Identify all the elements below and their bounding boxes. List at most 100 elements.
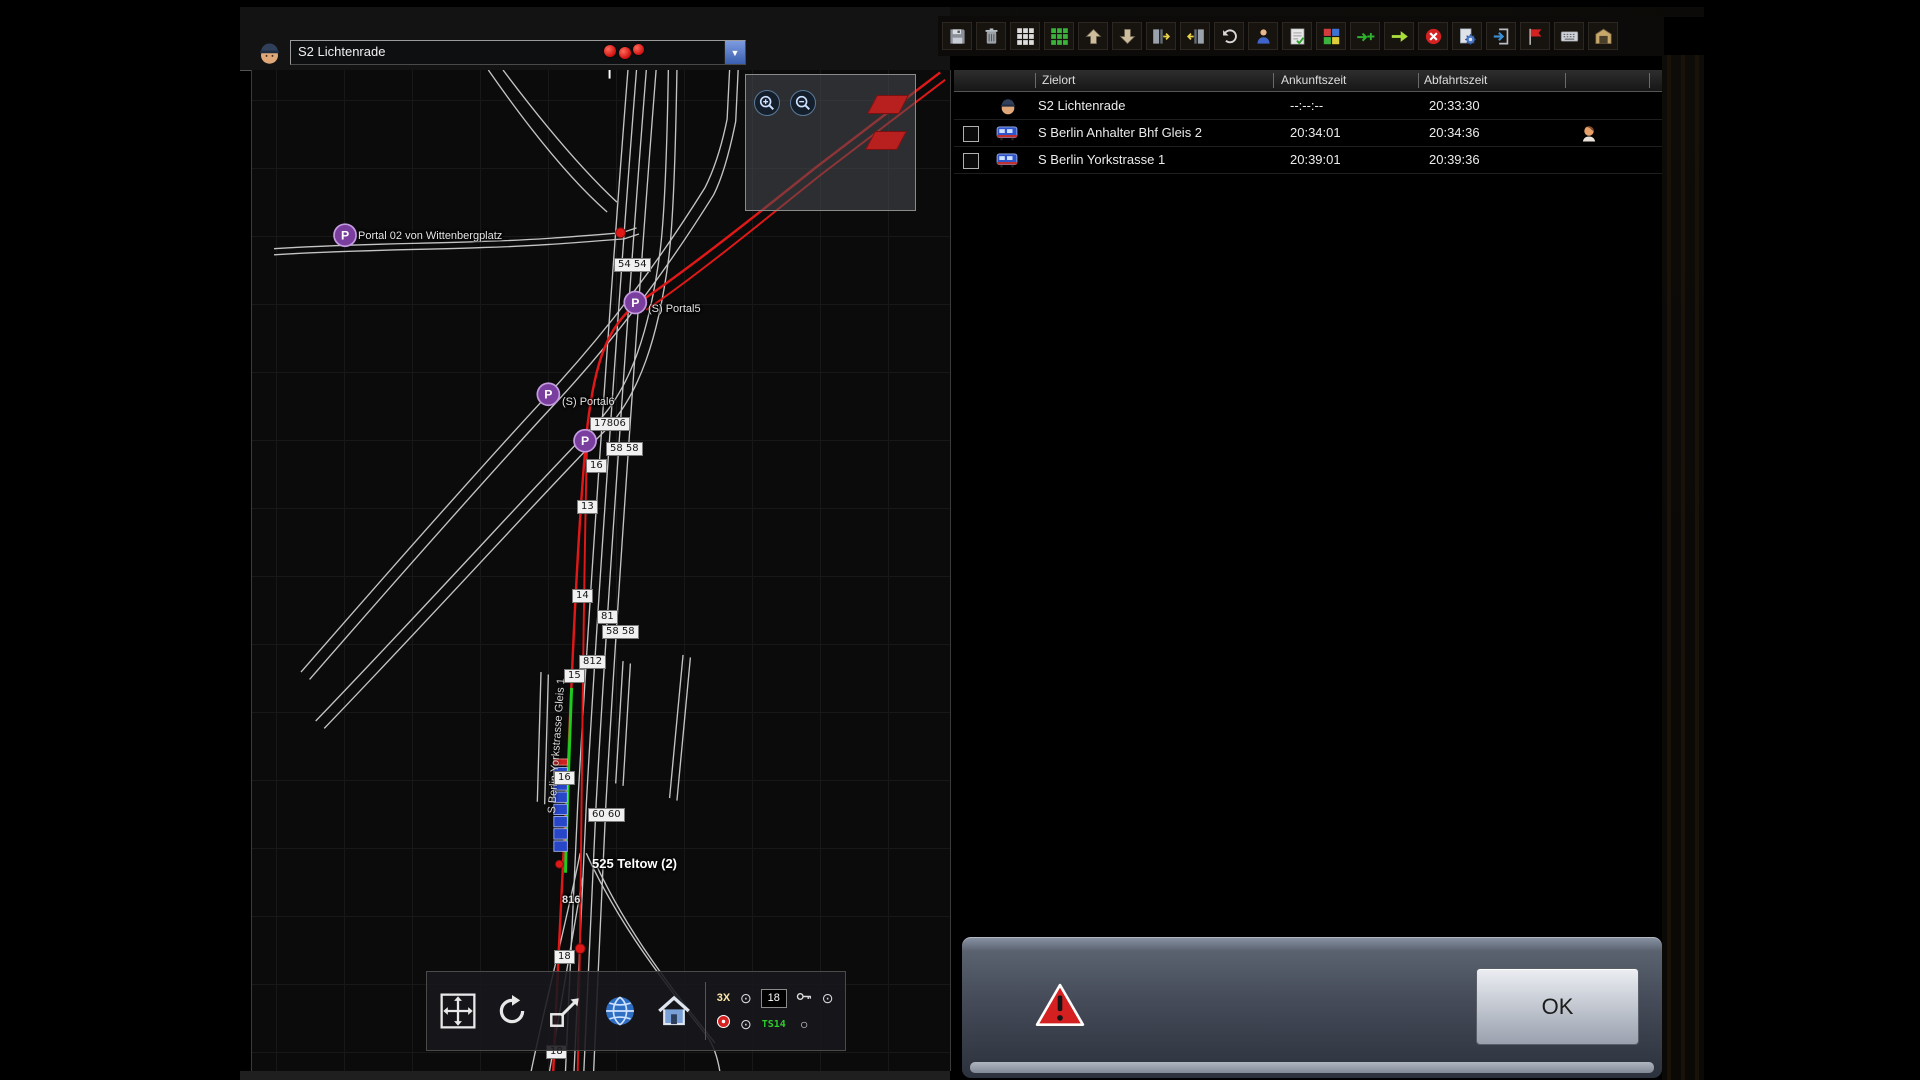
track-plate: 81: [597, 610, 618, 624]
keyboard-icon: [1560, 27, 1579, 46]
timetable-row[interactable]: S Berlin Yorkstrasse 1 20:39:01 20:39:36: [954, 147, 1662, 174]
cancel-route-button[interactable]: [1418, 22, 1448, 50]
zoom-level-value[interactable]: 18: [761, 989, 787, 1008]
column-header-zielort[interactable]: Zielort: [1042, 70, 1075, 91]
zoom-multiplier-label: 3X: [717, 992, 730, 1004]
depot-button[interactable]: [1588, 22, 1618, 50]
exit-button[interactable]: [1486, 22, 1516, 50]
track-plate: 812: [579, 655, 606, 669]
driver-avatar-icon: [256, 39, 283, 66]
row-destination: S Berlin Yorkstrasse 1: [1038, 147, 1165, 173]
track-plate: 15: [564, 669, 585, 683]
exit-door-icon: [1492, 27, 1511, 46]
grid-green-icon: [1050, 27, 1069, 46]
map-header-bar: S2 Lichtenrade ▼: [240, 7, 950, 71]
passenger-icon: [1254, 27, 1273, 46]
map-toolbar: 3X ⊙ 18 ⊙ ⊙ TS14 ○: [426, 971, 846, 1051]
hud-toggle-icon[interactable]: ○: [800, 1017, 808, 1031]
svg-text:P: P: [341, 228, 349, 242]
home-view-button[interactable]: [651, 988, 697, 1034]
timetable-row[interactable]: S2 Lichtenrade --:--:-- 20:33:30: [954, 93, 1662, 120]
hud-toggle-icon[interactable]: ⊙: [740, 1017, 752, 1031]
move-down-button[interactable]: [1112, 22, 1142, 50]
cancel-icon: [1424, 27, 1443, 46]
grid-green-button[interactable]: [1044, 22, 1074, 50]
add-route-button[interactable]: [1350, 22, 1380, 50]
track-map[interactable]: P P P P: [252, 70, 950, 1071]
track-plate: 17806: [590, 417, 630, 431]
main-toolbar: [938, 16, 1664, 56]
passenger-button[interactable]: [1248, 22, 1278, 50]
globe-icon: [602, 993, 638, 1029]
rotate-button[interactable]: [489, 988, 535, 1034]
toolbar-divider: [705, 982, 706, 1040]
row-checkbox[interactable]: [963, 153, 979, 169]
undo-icon: [1220, 27, 1239, 46]
save-icon: [948, 27, 967, 46]
svg-text:P: P: [544, 388, 552, 402]
checklist-button[interactable]: [1282, 22, 1312, 50]
column-divider: [1273, 73, 1274, 88]
column-divider: [1035, 73, 1036, 88]
application-window: S2 Lichtenrade ▼: [0, 0, 1920, 1080]
column-header-ankunftszeit[interactable]: Ankunftszeit: [1281, 70, 1346, 91]
row-checkbox[interactable]: [963, 126, 979, 142]
hud-toggle-icon[interactable]: ⊙: [822, 991, 834, 1005]
delete-button[interactable]: [976, 22, 1006, 50]
signal-dot: [633, 44, 644, 55]
minimap-route-marker: [865, 131, 907, 150]
signal-dot: [619, 47, 631, 59]
timetable-header: Zielort Ankunftszeit Abfahrtszeit: [954, 70, 1662, 92]
column-divider: [1649, 73, 1650, 88]
grid-button[interactable]: [1010, 22, 1040, 50]
add-route-icon: [1356, 27, 1375, 46]
colors-button[interactable]: [1316, 22, 1346, 50]
dialog-bottom-strip: [970, 1062, 1654, 1073]
move-up-button[interactable]: [1078, 22, 1108, 50]
track-map-panel: P P P P Portal 02 von Wittenbergplatz (S…: [251, 70, 951, 1071]
track-plate: 16: [554, 771, 575, 785]
column-divider: [1418, 73, 1419, 88]
track-plate: 60 60: [588, 808, 625, 822]
track-plate: 54 54: [614, 258, 651, 272]
column-header-abfahrtszeit[interactable]: Abfahrtszeit: [1424, 70, 1487, 91]
zoom-out-button[interactable]: [790, 90, 816, 116]
insert-left-button[interactable]: [1180, 22, 1210, 50]
window-bottom-edge: [240, 1071, 950, 1080]
route-selector-value: S2 Lichtenrade: [291, 41, 724, 64]
route-selector[interactable]: S2 Lichtenrade ▼: [290, 40, 746, 65]
go-button[interactable]: [1384, 22, 1414, 50]
track-plate: 18: [554, 950, 575, 964]
track-plate: 13: [577, 500, 598, 514]
key-icon: [796, 989, 813, 1007]
keyboard-button[interactable]: [1554, 22, 1584, 50]
resize-button[interactable]: [543, 988, 589, 1034]
row-arrival: 20:34:01: [1290, 120, 1341, 146]
passenger-head-icon: [1580, 124, 1598, 142]
svg-text:P: P: [581, 434, 589, 448]
chevron-down-icon[interactable]: ▼: [724, 41, 745, 64]
pan-button[interactable]: [435, 988, 481, 1034]
map-mode-button[interactable]: [597, 988, 643, 1034]
save-button[interactable]: [942, 22, 972, 50]
zoom-in-button[interactable]: [754, 90, 780, 116]
bottom-dialog-panel: OK: [962, 937, 1662, 1078]
resize-icon: [548, 993, 584, 1029]
flag-button[interactable]: [1520, 22, 1550, 50]
hud-toggle-icon[interactable]: ⊙: [740, 991, 752, 1005]
warning-icon: [1035, 983, 1085, 1027]
track-plate: 14: [572, 589, 593, 603]
column-divider: [1565, 73, 1566, 88]
grid-icon: [1016, 27, 1035, 46]
timetable-row[interactable]: S Berlin Anhalter Bhf Gleis 2 20:34:01 2…: [954, 120, 1662, 147]
insert-right-button[interactable]: [1146, 22, 1176, 50]
signal-dot: [604, 45, 616, 57]
row-destination: S Berlin Anhalter Bhf Gleis 2: [1038, 120, 1202, 146]
row-departure: 20:33:30: [1429, 93, 1480, 119]
track-plate: 816: [562, 894, 580, 906]
ok-button[interactable]: OK: [1476, 968, 1639, 1045]
arrow-down-icon: [1118, 27, 1137, 46]
minimap-route-marker: [867, 95, 909, 114]
undo-button[interactable]: [1214, 22, 1244, 50]
properties-button[interactable]: [1452, 22, 1482, 50]
